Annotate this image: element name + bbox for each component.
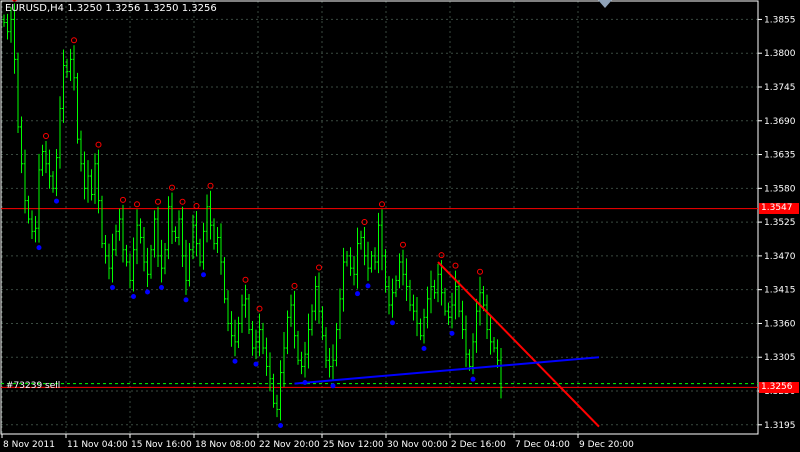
fractal-down-marker	[131, 294, 136, 300]
chart-title: EURUSD,H4 1.3250 1.3256 1.3250 1.3256	[5, 3, 217, 14]
fractal-down-marker	[449, 330, 455, 336]
y-tick-label: 1.3470	[764, 252, 796, 262]
shift-arrow-icon[interactable]	[598, 0, 612, 9]
fractal-down-marker	[232, 358, 238, 364]
fractal-down-marker	[330, 383, 336, 389]
x-tick-label: 15 Nov 16:00	[131, 440, 192, 450]
fractal-down-marker	[159, 285, 164, 291]
grid	[1, 1, 758, 434]
fractal-down-marker	[183, 297, 189, 303]
fractal-down-marker	[278, 422, 283, 428]
x-tick-label: 8 Nov 2011	[3, 440, 55, 450]
fractal-down-marker	[390, 320, 395, 326]
x-tick-label: 30 Nov 00:00	[387, 440, 448, 450]
price-tag-resistance: 1.3547	[759, 203, 799, 215]
y-tick-label: 1.3745	[764, 83, 796, 93]
fractal-down-marker	[54, 198, 59, 204]
horizontal-lines	[1, 208, 758, 388]
fractal-down-marker	[365, 283, 371, 289]
fractal-up-marker	[71, 37, 77, 44]
fractal-down-marker	[110, 285, 115, 291]
y-tick-label: 1.3580	[764, 184, 796, 194]
fractal-up-marker	[291, 282, 298, 289]
y-tick-label: 1.3855	[764, 15, 796, 25]
fractal-up-marker	[11, 0, 18, 2]
fractal-down-marker	[355, 291, 360, 297]
x-tick-label: 18 Nov 08:00	[195, 440, 256, 450]
fractal-up-marker	[43, 133, 49, 140]
fractal-up-marker	[316, 264, 322, 271]
y-tick-label: 1.3360	[764, 319, 796, 329]
fractal-up-marker	[169, 184, 175, 191]
y-tick-label: 1.3635	[764, 151, 796, 161]
y-tick-label: 1.3305	[764, 353, 796, 363]
y-tick-label: 1.3690	[764, 117, 796, 127]
fractal-up-marker	[120, 196, 126, 203]
price-tag-current: 1.3256	[759, 381, 799, 393]
x-tick-label: 2 Dec 16:00	[451, 440, 506, 450]
fractal-up-marker	[179, 198, 186, 205]
x-tick-label: 11 Nov 04:00	[67, 440, 128, 450]
y-tick-label: 1.3525	[764, 218, 796, 228]
fractal-down-marker	[36, 245, 42, 251]
fractal-down-marker	[201, 272, 206, 278]
fractal-up-marker	[438, 252, 445, 259]
fractals	[11, 0, 483, 428]
fractal-up-marker	[155, 198, 161, 205]
candles	[2, 3, 503, 421]
trendlines[interactable]	[294, 261, 600, 428]
trendline-down	[437, 261, 600, 428]
order-ticket-label[interactable]: #73239 sell	[6, 381, 60, 391]
x-tick-label: 7 Dec 04:00	[515, 440, 570, 450]
x-tick-label: 22 Nov 20:00	[259, 440, 320, 450]
fractal-up-marker	[242, 276, 249, 283]
plot-border	[0, 0, 759, 435]
fractal-down-marker	[145, 289, 150, 295]
x-tick-label: 9 Dec 20:00	[579, 440, 634, 450]
y-tick-label: 1.3415	[764, 286, 796, 296]
y-tick-label: 1.3195	[764, 421, 796, 431]
fractal-up-marker	[379, 201, 385, 208]
price-axis[interactable]: 1.3855 1.3800 1.3745 1.3690 1.3635 1.3580 1.35…	[758, 15, 796, 431]
fractal-up-marker	[256, 305, 263, 312]
fractal-up-marker	[134, 201, 140, 208]
time-axis[interactable]: 8 Nov 2011 11 Nov 04:00 15 Nov 16:00 18 Nov…	[1, 434, 634, 450]
price-chart[interactable]: 1.3855 1.3800 1.3745 1.3690 1.3635 1.3580 1.35…	[0, 0, 800, 452]
fractal-up-marker	[95, 141, 102, 148]
fractal-up-marker	[477, 268, 483, 275]
fractal-up-marker	[193, 203, 200, 210]
x-tick-label: 25 Nov 12:00	[323, 440, 384, 450]
y-tick-label: 1.3800	[764, 49, 796, 59]
fractal-down-marker	[470, 376, 476, 382]
fractal-up-marker	[207, 182, 214, 189]
fractal-down-marker	[421, 345, 427, 351]
fractal-up-marker	[400, 241, 406, 248]
fractal-down-marker	[253, 361, 259, 367]
fractal-up-marker	[452, 262, 459, 269]
